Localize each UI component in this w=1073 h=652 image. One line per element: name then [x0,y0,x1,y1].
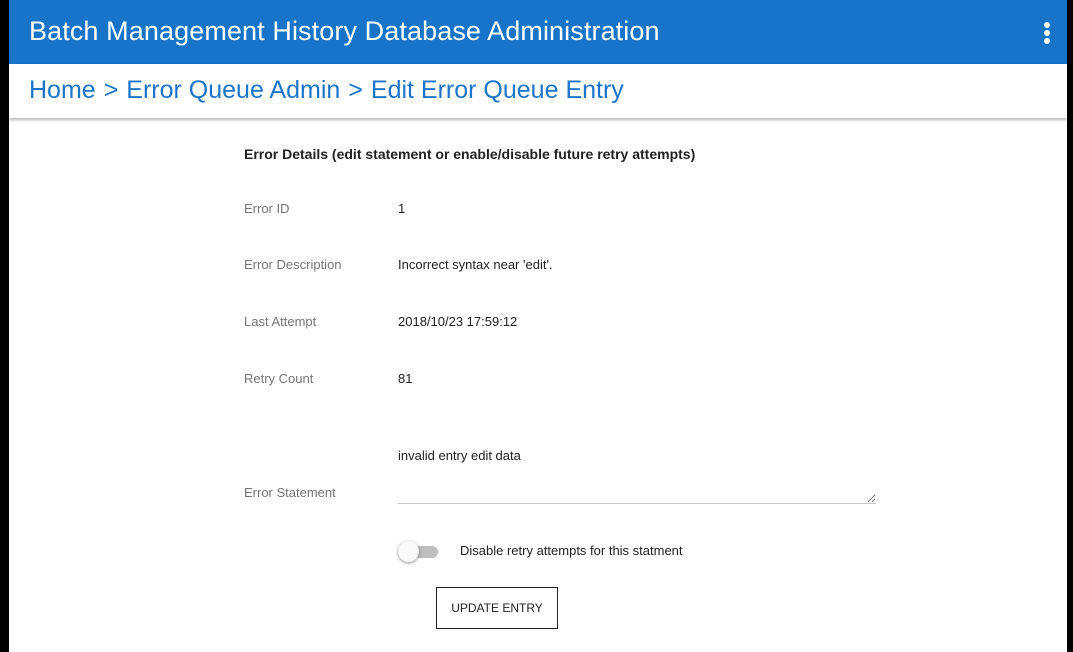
toggle-thumb [398,541,419,562]
retry-count-value: 81 [398,371,413,386]
error-description-value: Incorrect syntax near 'edit'. [398,257,553,272]
app-title: Batch Management History Database Admini… [29,16,660,46]
section-heading: Error Details (edit statement or enable/… [244,146,696,162]
disable-retry-toggle[interactable] [398,540,442,564]
error-id-label: Error ID [244,201,290,216]
breadcrumb-bar: Home > Error Queue Admin > Edit Error Queue … [9,64,1067,118]
breadcrumb-home[interactable]: Home [29,76,96,104]
breadcrumb-separator: > [348,76,363,104]
app-window: Batch Management History Database Admini… [9,0,1067,652]
error-statement-field[interactable]: invalid entry edit data [398,448,876,504]
error-id-value: 1 [398,201,406,216]
error-details-panel: Error Details (edit statement or enable/… [9,118,1067,652]
breadcrumb-error-queue-admin[interactable]: Error Queue Admin [126,76,340,104]
retry-count-label: Retry Count [244,371,314,386]
last-attempt-label: Last Attempt [244,314,317,329]
breadcrumb: Home > Error Queue Admin > Edit Error Queue … [29,76,624,105]
disable-retry-label: Disable retry attempts for this statment [460,543,683,558]
error-description-label: Error Description [244,257,342,272]
breadcrumb-separator: > [103,76,119,104]
last-attempt-value: 2018/10/23 17:59:12 [398,314,518,329]
more-vert-icon[interactable] [1043,22,1051,48]
error-statement-label: Error Statement [244,485,336,500]
app-bar: Batch Management History Database Admini… [9,0,1067,64]
breadcrumb-current-page: Edit Error Queue Entry [370,76,624,104]
update-entry-button[interactable]: UPDATE ENTRY [436,587,558,629]
